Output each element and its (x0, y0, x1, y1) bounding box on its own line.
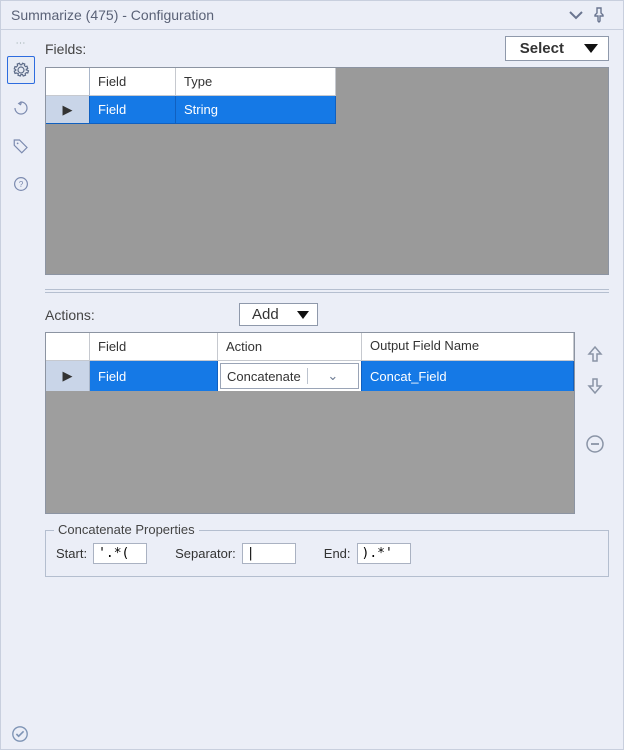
concat-start-input[interactable] (93, 543, 147, 564)
row-marker-icon: ▶ (46, 96, 90, 124)
remove-button[interactable] (583, 432, 607, 456)
caret-down-icon (297, 311, 309, 319)
fields-grid[interactable]: Field Type ▶ Field String (45, 67, 609, 275)
actions-add-dropdown[interactable]: Add (239, 303, 318, 326)
panel-title: Summarize (475) - Configuration (11, 7, 569, 23)
fields-header-marker (46, 68, 90, 96)
refresh-icon[interactable] (7, 94, 35, 122)
concat-start-label: Start: (56, 546, 87, 561)
collapse-icon[interactable] (569, 10, 591, 20)
table-row[interactable]: ▶ Field String (46, 96, 608, 124)
pin-icon[interactable] (591, 7, 613, 23)
chevron-down-icon[interactable]: ⌄ (307, 368, 358, 384)
svg-text:?: ? (19, 180, 24, 189)
actions-add-label: Add (252, 306, 279, 323)
actions-header-output[interactable]: Output Field Name (362, 333, 574, 361)
fields-header-type[interactable]: Type (176, 68, 336, 96)
concat-end-input[interactable] (357, 543, 411, 564)
action-combobox[interactable]: Concatenate ⌄ (220, 363, 359, 389)
concat-legend: Concatenate Properties (54, 522, 199, 537)
concatenate-properties-group: Concatenate Properties Start: Separator:… (45, 530, 609, 577)
fields-cell-type[interactable]: String (176, 96, 336, 124)
actions-header-marker (46, 333, 90, 361)
fields-select-label: Select (520, 40, 564, 57)
actions-cell-output[interactable]: Concat_Field (362, 361, 574, 391)
section-divider (45, 289, 609, 293)
actions-grid[interactable]: Field Action Output Field Name ▶ Field C… (45, 332, 575, 514)
actions-header-action[interactable]: Action (218, 333, 362, 361)
fields-cell-field[interactable]: Field (90, 96, 176, 124)
action-combobox-value: Concatenate (221, 369, 307, 384)
row-marker-icon: ▶ (46, 361, 90, 391)
fields-label: Fields: (45, 41, 495, 61)
fields-select-dropdown[interactable]: Select (505, 36, 609, 61)
gear-icon[interactable] (7, 56, 35, 84)
actions-cell-action[interactable]: Concatenate ⌄ (218, 361, 362, 391)
table-row[interactable]: ▶ Field Concatenate ⌄ Concat_Field (46, 361, 574, 391)
concat-end-label: End: (324, 546, 351, 561)
actions-cell-field[interactable]: Field (90, 361, 218, 391)
actions-label: Actions: (45, 307, 215, 323)
actions-header-field[interactable]: Field (90, 333, 218, 361)
help-icon[interactable]: ? (7, 170, 35, 198)
tag-icon[interactable] (7, 132, 35, 160)
concat-separator-label: Separator: (175, 546, 236, 561)
caret-down-icon (584, 44, 598, 53)
move-up-button[interactable] (583, 342, 607, 366)
concat-separator-input[interactable] (242, 543, 296, 564)
drag-handle-icon: ⋯ (16, 38, 27, 46)
status-ok-icon (11, 725, 29, 743)
fields-header-field[interactable]: Field (90, 68, 176, 96)
move-down-button[interactable] (583, 374, 607, 398)
